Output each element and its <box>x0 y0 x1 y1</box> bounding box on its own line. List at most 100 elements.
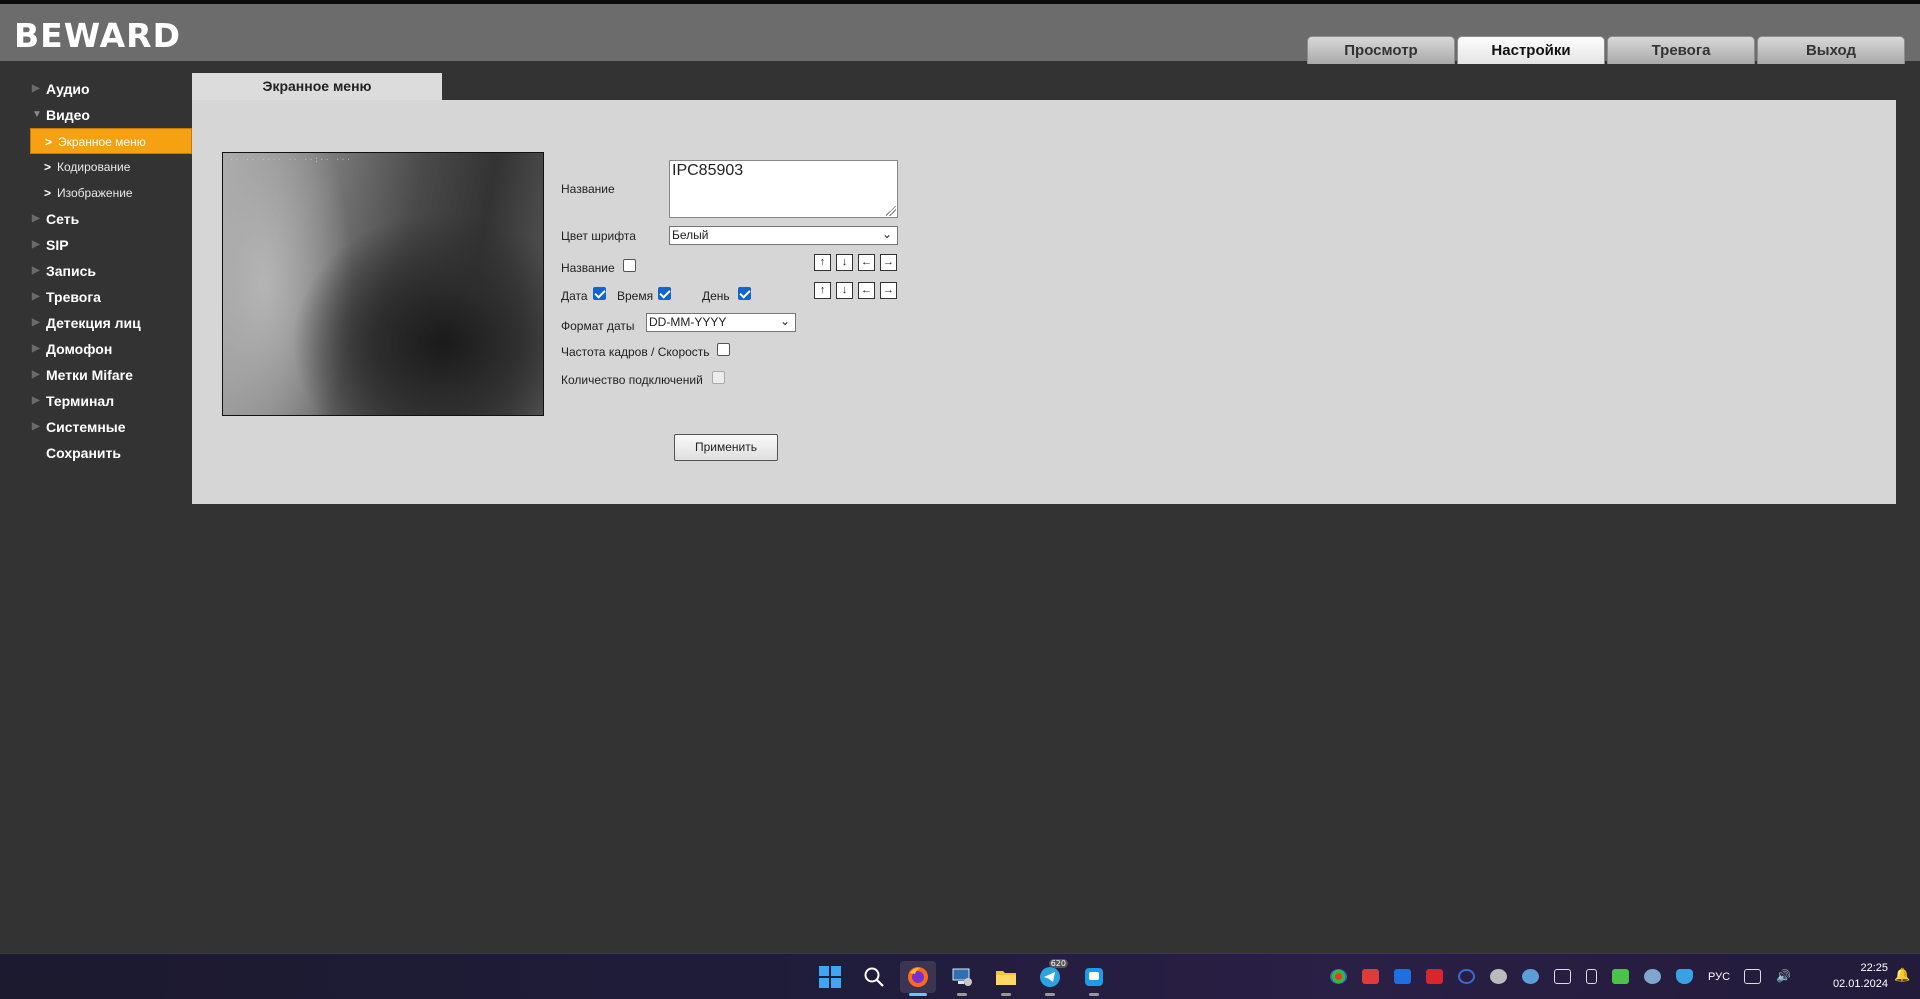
taskbar-apps: 620 <box>812 959 1120 996</box>
sidebar-item-mifare[interactable]: ▶ Метки Mifare <box>30 362 192 388</box>
show-name-checkbox[interactable] <box>623 259 636 272</box>
running-indicator <box>957 993 967 996</box>
triangle-right-icon: ▶ <box>32 239 40 250</box>
name-move-right-icon[interactable]: → <box>880 254 897 271</box>
date-format-select[interactable]: DD-MM-YYYY ⌄ <box>646 313 796 332</box>
time-label: Время <box>617 289 654 303</box>
fps-label: Частота кадров / Скорость <box>561 345 710 359</box>
tray-green-app-icon[interactable] <box>1612 969 1629 984</box>
tray-defender-icon[interactable] <box>1676 969 1693 984</box>
tab-settings[interactable]: Настройки <box>1457 36 1605 64</box>
tray-amd-icon[interactable] <box>1426 969 1443 984</box>
sidebar-item-network[interactable]: ▶ Сеть <box>30 206 192 232</box>
tray-steam-icon[interactable] <box>1644 969 1661 984</box>
triangle-down-icon: ▼ <box>32 109 42 120</box>
sidebar-subitem-label: Кодирование <box>57 160 131 174</box>
show-name-label: Название <box>561 261 615 275</box>
connections-label: Количество подключений <box>561 373 703 387</box>
tray-usb-icon[interactable] <box>1586 969 1597 984</box>
sidebar-item-label: Сеть <box>46 211 80 227</box>
clock-date: 02.01.2024 <box>1832 978 1888 990</box>
sidebar-subitem-osd[interactable]: > Экранное меню <box>30 128 192 154</box>
sidebar-item-label: Сохранить <box>46 445 121 461</box>
triangle-right-icon: ▶ <box>32 343 40 354</box>
sidebar-item-face-detect[interactable]: ▶ Детекция лиц <box>30 310 192 336</box>
sidebar-item-label: Системные <box>46 419 126 435</box>
tab-logout[interactable]: Выход <box>1757 36 1905 64</box>
tray-record-icon[interactable] <box>1362 969 1379 984</box>
folder-icon <box>996 971 1016 985</box>
name-input[interactable]: IPC85903 <box>669 160 898 218</box>
search-icon <box>864 967 884 987</box>
volume-icon[interactable]: 🔊 <box>1776 969 1793 984</box>
sidebar-item-video[interactable]: ▼ Видео <box>30 102 192 128</box>
telegram-badge: 620 <box>1048 959 1068 968</box>
sidebar-item-label: Домофон <box>46 341 113 357</box>
day-label: День <box>702 289 730 303</box>
triangle-right-icon: ▶ <box>32 265 40 276</box>
name-label: Название <box>561 182 615 196</box>
monitor-icon <box>952 968 972 986</box>
search-button[interactable] <box>856 961 892 993</box>
remote-desktop-app[interactable] <box>944 961 980 996</box>
osd-settings-panel: ·· ·· ···· ·· ··:·· ··· Название IPC8590… <box>192 100 1896 504</box>
sidebar-item-record[interactable]: ▶ Запись <box>30 258 192 284</box>
telegram-app[interactable]: 620 <box>1032 959 1068 996</box>
font-color-select[interactable]: Белый ⌄ <box>669 226 898 245</box>
section-tab-osd: Экранное меню <box>192 73 442 100</box>
sidebar-item-label: Тревога <box>46 289 101 305</box>
notification-bell-icon[interactable]: 🔔 <box>1894 968 1910 983</box>
tab-view[interactable]: Просмотр <box>1307 36 1455 64</box>
language-indicator[interactable]: РУС <box>1708 971 1730 983</box>
sidebar-item-sip[interactable]: ▶ SIP <box>30 232 192 258</box>
header-bar: BEWARD Просмотр Настройки Тревога Выход <box>0 4 1920 64</box>
chevron-right-icon: > <box>45 135 53 149</box>
file-explorer-app[interactable] <box>988 961 1024 996</box>
triangle-right-icon: ▶ <box>32 395 40 406</box>
name-move-down-icon[interactable]: ↓ <box>836 254 853 271</box>
sidebar-subitem-image[interactable]: > Изображение <box>30 180 192 206</box>
active-indicator <box>909 993 927 996</box>
tray-circle-icon[interactable] <box>1458 969 1475 984</box>
name-move-up-icon[interactable]: ↑ <box>814 254 831 271</box>
sidebar-item-alarm[interactable]: ▶ Тревога <box>30 284 192 310</box>
sidebar-item-terminal[interactable]: ▶ Терминал <box>30 388 192 414</box>
resize-grip-icon[interactable] <box>886 206 896 216</box>
tray-sync-icon[interactable] <box>1490 969 1507 984</box>
date-label: Дата <box>561 289 588 303</box>
time-checkbox[interactable] <box>658 287 671 300</box>
sidebar-item-system[interactable]: ▶ Системные <box>30 414 192 440</box>
tab-alarm[interactable]: Тревога <box>1607 36 1755 64</box>
running-indicator <box>1045 993 1055 996</box>
chat-app[interactable] <box>1076 961 1112 996</box>
sidebar-item-label: Аудио <box>46 81 90 97</box>
apply-button[interactable]: Применить <box>674 434 778 461</box>
day-checkbox[interactable] <box>738 287 751 300</box>
sidebar-item-label: Запись <box>46 263 97 279</box>
fps-checkbox[interactable] <box>717 343 730 356</box>
connections-checkbox[interactable] <box>712 371 725 384</box>
taskbar-clock[interactable]: 22:25 02.01.2024 <box>1810 960 1888 992</box>
tray-app-icon[interactable] <box>1330 969 1347 984</box>
firefox-app[interactable] <box>900 961 936 996</box>
windows-logo-icon <box>819 966 841 988</box>
network-status-icon[interactable] <box>1744 969 1762 984</box>
sidebar-item-save[interactable]: Сохранить <box>30 440 192 466</box>
sidebar-item-audio[interactable]: ▶ Аудио <box>30 76 192 102</box>
clock-time: 22:25 <box>1860 962 1888 974</box>
date-checkbox[interactable] <box>593 287 606 300</box>
tray-network-icon[interactable] <box>1522 969 1539 984</box>
start-button[interactable] <box>812 961 848 993</box>
date-move-up-icon[interactable]: ↑ <box>814 282 831 299</box>
sidebar-item-intercom[interactable]: ▶ Домофон <box>30 336 192 362</box>
date-move-left-icon[interactable]: ← <box>858 282 875 299</box>
name-input-value: IPC85903 <box>672 162 744 179</box>
chevron-down-icon: ⌄ <box>881 227 892 241</box>
tray-l-app-icon[interactable] <box>1394 969 1411 984</box>
name-move-left-icon[interactable]: ← <box>858 254 875 271</box>
date-move-down-icon[interactable]: ↓ <box>836 282 853 299</box>
date-move-right-icon[interactable]: → <box>880 282 897 299</box>
sidebar-subitem-encoding[interactable]: > Кодирование <box>30 154 192 180</box>
tray-window-icon[interactable] <box>1554 969 1571 984</box>
firefox-icon <box>908 967 928 987</box>
